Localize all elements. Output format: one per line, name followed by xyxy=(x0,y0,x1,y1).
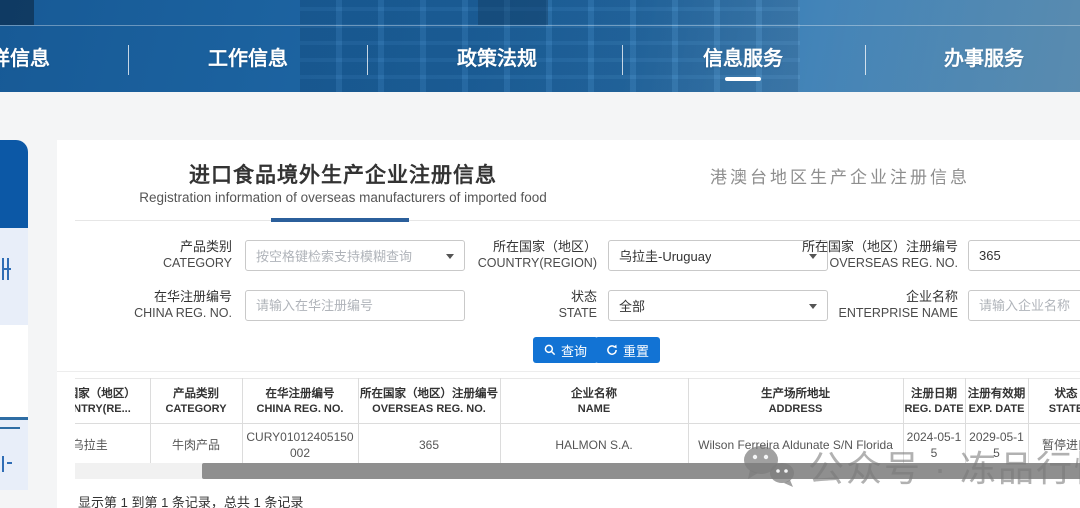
nav-item-info-service[interactable]: 信息服务 xyxy=(703,47,783,71)
header-label-en: CATEGORY xyxy=(151,402,242,417)
tabs-divider xyxy=(75,220,1080,221)
search-icon xyxy=(544,344,556,356)
cell-name: HALMON S.A. xyxy=(500,424,688,464)
overseas-reg-no-input[interactable] xyxy=(968,240,1080,271)
nav-separator xyxy=(865,45,866,75)
refresh-icon xyxy=(606,344,618,356)
enterprise-name-label: 企业名称 ENTERPRISE NAME xyxy=(783,289,958,321)
category-select-placeholder: 按空格键检索支持模糊查询 xyxy=(256,246,412,265)
header-label-zh: 状态 xyxy=(1029,386,1080,402)
col-address: 生产场所地址 ADDRESS xyxy=(688,379,903,424)
active-nav-indicator xyxy=(725,77,761,81)
col-reg-date: 注册日期 REG. DATE xyxy=(903,379,965,424)
col-state: 状态 STATE xyxy=(1028,379,1080,424)
reset-button-label: 重置 xyxy=(623,341,649,360)
country-label: 所在国家（地区） COUNTRY(REGION) xyxy=(422,239,597,271)
col-name: 企业名称 NAME xyxy=(500,379,688,424)
header-label-en: STATE xyxy=(1029,402,1080,417)
table-row[interactable]: 乌拉圭 牛肉产品 CURY01012405150002 365 HALMON S… xyxy=(75,424,1080,464)
category-label: 产品类别 CATEGORY xyxy=(57,239,232,271)
nav-separator xyxy=(128,45,129,75)
page-title: 进口食品境外生产企业注册信息 xyxy=(189,159,497,189)
nav-item-work-info[interactable]: 工作信息 xyxy=(208,47,288,71)
nav-divider-line xyxy=(0,25,1080,26)
cell-address: Wilson Ferreira Aldunate S/N Florida xyxy=(688,424,903,464)
cell-category: 牛肉产品 xyxy=(150,424,242,464)
col-china-reg-no: 在华注册编号 CHINA REG. NO. xyxy=(242,379,358,424)
page-background: 详信息 工作信息 政策法规 信息服务 办事服务 进口食品境外生产企业注册信息 R… xyxy=(0,0,1080,508)
header-label-en: ADDRESS xyxy=(689,402,903,417)
horizontal-scrollbar-thumb[interactable] xyxy=(202,463,1080,479)
header-label-zh: 注册日期 xyxy=(904,386,965,402)
header-label-en: COUNTRY(RE... xyxy=(75,402,150,417)
record-count-summary: 显示第 1 到第 1 条记录，总共 1 条记录 xyxy=(78,492,303,508)
cell-china-reg-no: CURY01012405150002 xyxy=(242,424,358,464)
header-label-zh: 生产场所地址 xyxy=(689,386,903,402)
cell-exp-date: 2029-05-15 xyxy=(965,424,1028,464)
top-nav: 详信息 工作信息 政策法规 信息服务 办事服务 xyxy=(0,0,1080,92)
cell-overseas-reg-no: 365 xyxy=(358,424,500,464)
results-table-container: 所在国家（地区） COUNTRY(RE... 产品类别 CATEGORY 在华注… xyxy=(75,378,1080,463)
form-divider xyxy=(57,371,1080,372)
col-overseas-reg-no: 所在国家（地区）注册编号 OVERSEAS REG. NO. xyxy=(358,379,500,424)
header-label-zh: 所在国家（地区） xyxy=(75,386,150,402)
tab-hmt-registration[interactable]: 港澳台地区生产企业注册信息 xyxy=(710,163,970,188)
header-label-en: OVERSEAS REG. NO. xyxy=(359,402,500,417)
overseas-reg-no-label: 所在国家（地区）注册编号 OVERSEAS REG. NO. xyxy=(783,239,958,271)
china-reg-no-label: 在华注册编号 CHINA REG. NO. xyxy=(57,289,232,321)
col-country: 所在国家（地区） COUNTRY(RE... xyxy=(75,379,150,424)
horizontal-scrollbar-track[interactable] xyxy=(75,463,1080,479)
header-label-en: NAME xyxy=(501,402,688,417)
col-exp-date: 注册有效期 EXP. DATE xyxy=(965,379,1028,424)
reset-button[interactable]: 重置 xyxy=(595,337,660,363)
cell-country: 乌拉圭 xyxy=(75,424,150,464)
nav-item-policies[interactable]: 政策法规 xyxy=(457,47,537,71)
header-label-en: EXP. DATE xyxy=(966,402,1028,417)
header-label-en: CHINA REG. NO. xyxy=(243,402,358,417)
side-widget-card xyxy=(0,325,28,420)
header-label-zh: 产品类别 xyxy=(151,386,242,402)
col-category: 产品类别 CATEGORY xyxy=(150,379,242,424)
country-select-value: 乌拉圭-Uruguay xyxy=(619,246,711,265)
nav-separator xyxy=(367,45,368,75)
nav-separator xyxy=(622,45,623,75)
nav-item-detail-info[interactable]: 详信息 xyxy=(0,47,50,71)
side-widget-underline xyxy=(0,427,20,429)
search-button-label: 查询 xyxy=(561,341,587,360)
active-tab-indicator xyxy=(271,218,409,222)
table-header-row: 所在国家（地区） COUNTRY(RE... 产品类别 CATEGORY 在华注… xyxy=(75,379,1080,424)
cell-reg-date: 2024-05-15 xyxy=(903,424,965,464)
search-button[interactable]: 查询 xyxy=(533,337,598,363)
side-widget-header[interactable] xyxy=(0,140,28,228)
header-label-zh: 在华注册编号 xyxy=(243,386,358,402)
side-widget-fragment xyxy=(2,268,11,270)
state-label: 状态 STATE xyxy=(422,289,597,321)
header-label-en: REG. DATE xyxy=(904,402,965,417)
header-label-zh: 所在国家（地区）注册编号 xyxy=(359,386,500,402)
results-table: 所在国家（地区） COUNTRY(RE... 产品类别 CATEGORY 在华注… xyxy=(75,378,1080,463)
cell-state: 暂停进口 xyxy=(1028,424,1080,464)
enterprise-name-input[interactable] xyxy=(968,290,1080,321)
header-label-zh: 注册有效期 xyxy=(966,386,1028,402)
state-select-value: 全部 xyxy=(619,296,645,315)
page-subtitle: Registration information of overseas man… xyxy=(139,190,546,205)
nav-background-highlight xyxy=(0,0,1080,92)
header-label-zh: 企业名称 xyxy=(501,386,688,402)
side-widget-fragment xyxy=(7,462,12,464)
side-widget-fragment xyxy=(2,456,4,472)
nav-item-affairs-service[interactable]: 办事服务 xyxy=(944,47,1024,71)
